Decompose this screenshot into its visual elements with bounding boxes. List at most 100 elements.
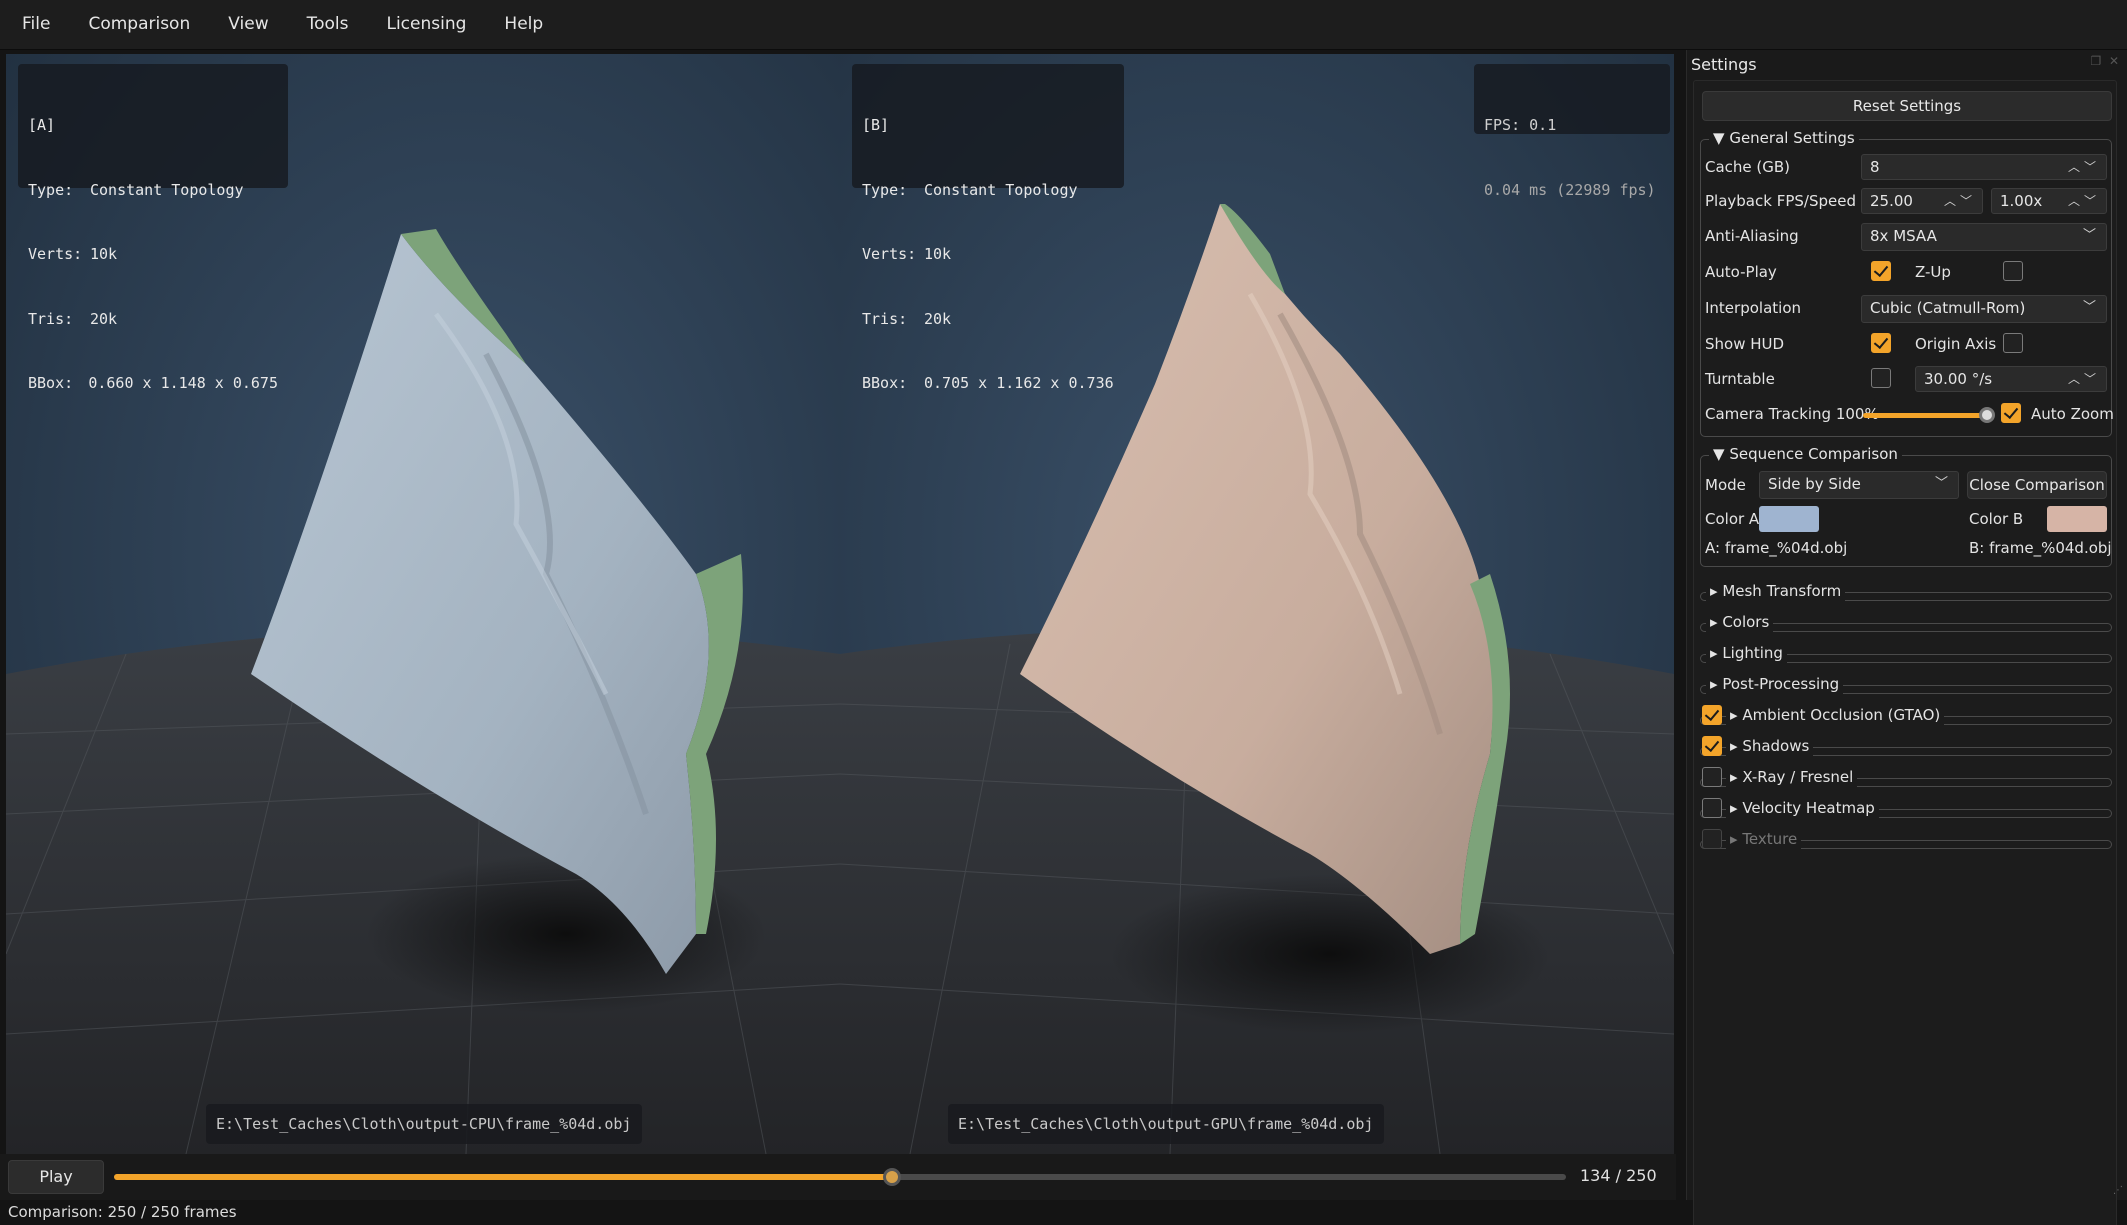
menu-view[interactable]: View xyxy=(214,0,282,50)
collapsed-triangle-icon: ▸ xyxy=(1710,613,1718,631)
hud-label: Show HUD xyxy=(1705,335,1785,353)
stepper-arrows-icon[interactable]: ︿﹀ xyxy=(2068,189,2100,213)
expand-triangle-icon: ▼ xyxy=(1713,129,1725,147)
camera-tracking-slider[interactable] xyxy=(1863,407,1995,423)
general-settings-header[interactable]: ▼ General Settings xyxy=(1709,129,1859,147)
ao-section[interactable]: ▸ Ambient Occlusion (GTAO) xyxy=(1700,705,2112,727)
fps-input[interactable]: 25.00 ︿﹀ xyxy=(1861,188,1983,214)
viewport[interactable]: [A] Type: Constant Topology Verts: 10k Tri… xyxy=(6,54,1674,1154)
menu-tools[interactable]: Tools xyxy=(293,0,363,50)
undock-icon[interactable]: ❐ xyxy=(2091,54,2102,68)
menu-comparison[interactable]: Comparison xyxy=(74,0,204,50)
lighting-section[interactable]: ▸ Lighting xyxy=(1700,643,2112,665)
stepper-arrows-icon[interactable]: ︿﹀ xyxy=(1944,189,1976,213)
ao-checkbox[interactable] xyxy=(1702,705,1722,725)
path-label-a: E:\Test_Caches\Cloth\output-CPU\frame_%0… xyxy=(206,1104,642,1144)
cache-label: Cache (GB) xyxy=(1705,158,1791,176)
hud-a-bbox-label: BBox: xyxy=(28,374,74,392)
sequence-comparison-title: Sequence Comparison xyxy=(1729,445,1898,463)
play-button[interactable]: Play xyxy=(8,1160,104,1194)
post-processing-section[interactable]: ▸ Post-Processing xyxy=(1700,674,2112,696)
interp-label: Interpolation xyxy=(1705,299,1801,317)
colors-section[interactable]: ▸ Colors xyxy=(1700,612,2112,634)
post-processing-title: Post-Processing xyxy=(1722,675,1840,693)
tracking-fill xyxy=(1863,413,1987,418)
mesh-transform-section[interactable]: ▸ Mesh Transform xyxy=(1700,581,2112,603)
stepper-arrows-icon[interactable]: ︿﹀ xyxy=(2068,155,2100,179)
interp-select[interactable]: Cubic (Catmull-Rom) ﹀ xyxy=(1861,295,2107,323)
cache-input[interactable]: 8 ︿﹀ xyxy=(1861,154,2107,180)
tracking-label: Camera Tracking 100% xyxy=(1705,405,1879,423)
texture-title: Texture xyxy=(1742,830,1798,848)
close-comparison-button[interactable]: Close Comparison xyxy=(1967,471,2107,499)
texture-checkbox xyxy=(1702,829,1722,849)
close-icon[interactable]: ✕ xyxy=(2109,54,2119,68)
velocity-heatmap-checkbox[interactable] xyxy=(1702,798,1722,818)
hud-a-verts: 10k xyxy=(90,245,118,263)
menu-licensing[interactable]: Licensing xyxy=(372,0,480,50)
stepper-arrows-icon[interactable]: ︿﹀ xyxy=(2068,367,2100,391)
hud-a-verts-label: Verts: xyxy=(28,245,83,263)
sequence-comparison-group: ▼ Sequence Comparison Mode Side by Side … xyxy=(1700,445,2112,567)
sequence-comparison-header[interactable]: ▼ Sequence Comparison xyxy=(1709,445,1902,463)
origin-axis-checkbox[interactable] xyxy=(2003,333,2023,353)
expand-triangle-icon: ▼ xyxy=(1713,445,1725,463)
color-a-swatch[interactable] xyxy=(1759,506,1819,532)
velocity-heatmap-section[interactable]: ▸ Velocity Heatmap xyxy=(1700,798,2112,820)
settings-panel: Settings ❐ ✕ Reset Settings ▼ General Se… xyxy=(1686,50,2127,1225)
color-b-swatch[interactable] xyxy=(2047,506,2107,532)
hud-a-tris-label: Tris: xyxy=(28,309,74,328)
collapsed-triangle-icon: ▸ xyxy=(1730,830,1738,848)
turntable-checkbox[interactable] xyxy=(1871,368,1891,388)
origin-label: Origin Axis xyxy=(1915,335,1997,353)
playback-label: Playback FPS/Speed xyxy=(1705,192,1856,210)
chevron-down-icon: ﹀ xyxy=(2082,228,2096,243)
settings-body: Reset Settings ▼ General Settings Cache … xyxy=(1693,80,2117,1225)
hud-a-tag: [A] xyxy=(28,116,56,134)
menu-file[interactable]: File xyxy=(8,0,64,50)
mode-select[interactable]: Side by Side ﹀ xyxy=(1759,471,1959,499)
interp-select-value: Cubic (Catmull-Rom) xyxy=(1870,299,2026,317)
velocity-heatmap-title: Velocity Heatmap xyxy=(1742,799,1875,817)
shadows-checkbox[interactable] xyxy=(1702,736,1722,756)
xray-title: X-Ray / Fresnel xyxy=(1742,768,1854,786)
hud-a-type: Constant Topology xyxy=(90,180,244,199)
color-a-label: Color A xyxy=(1705,510,1760,528)
timeline-slider[interactable] xyxy=(114,1168,1566,1186)
hud-b-verts: 10k xyxy=(924,245,952,263)
file-a-label: A: frame_%04d.obj xyxy=(1705,539,1848,557)
reset-settings-button[interactable]: Reset Settings xyxy=(1702,91,2112,121)
path-label-b: E:\Test_Caches\Cloth\output-GPU\frame_%0… xyxy=(948,1104,1384,1144)
zup-checkbox[interactable] xyxy=(2003,261,2023,281)
auto-zoom-checkbox[interactable] xyxy=(2001,403,2021,423)
hud-b-tris: 20k xyxy=(924,309,952,328)
autoplay-checkbox[interactable] xyxy=(1871,261,1891,281)
fps-value: FPS: 0.1 xyxy=(1484,116,1557,134)
show-hud-checkbox[interactable] xyxy=(1871,333,1891,353)
aa-select[interactable]: 8x MSAA ﹀ xyxy=(1861,223,2107,251)
panel-window-icons: ❐ ✕ xyxy=(2091,54,2119,68)
frame-time: 0.04 ms (22989 fps) xyxy=(1484,180,1656,199)
hud-b-verts-label: Verts: xyxy=(862,245,917,263)
collapsed-triangle-icon: ▸ xyxy=(1730,737,1738,755)
aa-label: Anti-Aliasing xyxy=(1705,227,1799,245)
xray-checkbox[interactable] xyxy=(1702,767,1722,787)
general-settings-group: ▼ General Settings Cache (GB) 8 ︿﹀ Playb… xyxy=(1700,129,2114,437)
turntable-speed-value: 30.00 °/s xyxy=(1924,370,1993,388)
menu-help[interactable]: Help xyxy=(490,0,557,50)
turntable-speed-input[interactable]: 30.00 °/s ︿﹀ xyxy=(1915,366,2107,392)
speed-input-value: 1.00x xyxy=(2000,192,2043,210)
hud-b: [B] Type: Constant Topology Verts: 10k Tri… xyxy=(852,64,1124,392)
hud-a-tris: 20k xyxy=(90,309,118,328)
speed-input[interactable]: 1.00x ︿﹀ xyxy=(1991,188,2107,214)
tracking-handle[interactable] xyxy=(1979,407,1995,423)
shadows-section[interactable]: ▸ Shadows xyxy=(1700,736,2112,758)
timeline-handle[interactable] xyxy=(883,1168,902,1186)
settings-title: Settings xyxy=(1691,55,1757,74)
hud-b-bbox: 0.705 x 1.162 x 0.736 xyxy=(924,374,1114,392)
xray-section[interactable]: ▸ X-Ray / Fresnel xyxy=(1700,767,2112,789)
chevron-down-icon: ﹀ xyxy=(1934,476,1948,491)
colors-title: Colors xyxy=(1722,613,1770,631)
resize-grip-icon[interactable]: ⋰ xyxy=(2113,1185,2123,1196)
collapsed-triangle-icon: ▸ xyxy=(1710,644,1718,662)
